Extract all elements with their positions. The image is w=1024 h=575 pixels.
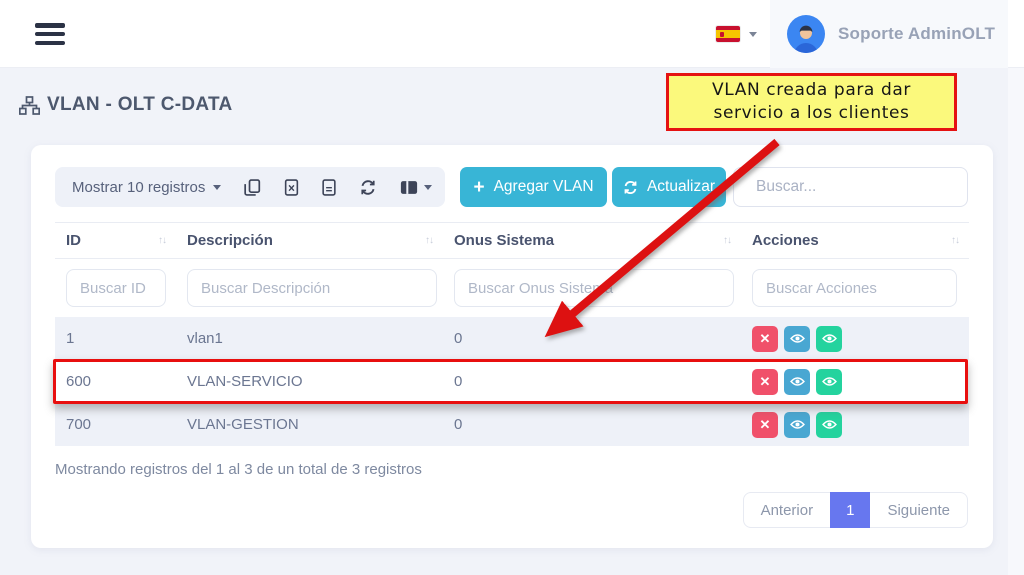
cell-descripcion: VLAN-SERVICIO (176, 360, 443, 403)
delete-vlan-button[interactable]: ✕ (752, 412, 778, 438)
eye-icon (822, 376, 837, 387)
table-row-vlan-servicio[interactable]: 600 VLAN-SERVICIO 0 ✕ (55, 360, 969, 403)
cell-descripcion: VLAN-GESTION (176, 403, 443, 446)
view-onus-button[interactable] (816, 369, 842, 395)
eye-icon (790, 376, 805, 387)
spain-flag-icon (716, 26, 740, 42)
plus-icon: + (473, 178, 484, 197)
x-icon: ✕ (760, 417, 771, 433)
view-vlan-button[interactable] (784, 369, 810, 395)
annotation-line-2: servicio a los clientes (712, 102, 911, 125)
reload-table-button[interactable] (359, 179, 377, 196)
cell-onus-sistema: 0 (443, 403, 741, 446)
x-icon: ✕ (760, 374, 771, 390)
table-info-text: Mostrando registros del 1 al 3 de un tot… (55, 461, 422, 478)
copy-icon (244, 179, 261, 196)
global-search (733, 167, 968, 207)
avatar (787, 15, 825, 53)
search-input[interactable] (756, 178, 956, 196)
eye-icon (822, 419, 837, 430)
cell-onus-sistema: 0 (443, 317, 741, 360)
table-toolbar: Mostrar 10 registros (55, 167, 969, 207)
show-entries-dropdown[interactable]: Mostrar 10 registros (72, 179, 221, 196)
delete-vlan-button[interactable]: ✕ (752, 326, 778, 352)
top-navbar: Soporte AdminOLT (0, 0, 1024, 68)
x-icon: ✕ (760, 331, 771, 347)
add-vlan-label: Agregar VLAN (494, 178, 594, 196)
vlan-table: ID↑↓ Descripción↑↓ Onus Sistema↑↓ Accion… (55, 222, 969, 446)
header-row: ID↑↓ Descripción↑↓ Onus Sistema↑↓ Accion… (55, 223, 969, 259)
show-entries-label: Mostrar 10 registros (72, 179, 205, 196)
sort-icon[interactable]: ↑↓ (723, 232, 731, 246)
filter-onus-sistema-input[interactable] (454, 269, 734, 307)
export-file-button[interactable] (322, 179, 336, 196)
filter-acciones-input[interactable] (752, 269, 957, 307)
cell-descripcion: vlan1 (176, 317, 443, 360)
filter-descripcion-input[interactable] (187, 269, 437, 307)
copy-button[interactable] (244, 179, 261, 196)
refresh-icon (623, 180, 638, 195)
eye-icon (822, 333, 837, 344)
view-vlan-button[interactable] (784, 412, 810, 438)
eye-icon (790, 419, 805, 430)
view-onus-button[interactable] (816, 326, 842, 352)
sitemap-icon (19, 96, 40, 115)
eye-icon (790, 333, 805, 344)
page-title: VLAN - OLT C-DATA (47, 94, 233, 116)
view-onus-button[interactable] (816, 412, 842, 438)
refresh-icon (359, 179, 377, 196)
pagination-next-button[interactable]: Siguiente (869, 492, 968, 528)
filter-id-input[interactable] (66, 269, 166, 307)
hamburger-menu-icon[interactable] (35, 23, 65, 45)
export-excel-button[interactable] (284, 179, 299, 196)
refresh-button[interactable]: Actualizar (612, 167, 726, 207)
column-header-onus-sistema[interactable]: Onus Sistema↑↓ (443, 223, 741, 259)
pagination: Anterior 1 Siguiente (743, 492, 968, 528)
cell-id: 1 (55, 317, 176, 360)
refresh-label: Actualizar (647, 178, 715, 196)
column-header-id[interactable]: ID↑↓ (55, 223, 176, 259)
annotation-callout: VLAN creada para dar servicio a los clie… (666, 73, 957, 131)
table-row-vlan-gestion[interactable]: 700 VLAN-GESTION 0 ✕ (55, 403, 969, 446)
pagination-page-1-button[interactable]: 1 (830, 492, 870, 528)
user-name: Soporte AdminOLT (838, 24, 995, 44)
column-header-acciones[interactable]: Acciones↑↓ (741, 223, 969, 259)
table-tools-group: Mostrar 10 registros (55, 167, 445, 207)
page-header: VLAN - OLT C-DATA (19, 94, 233, 116)
view-vlan-button[interactable] (784, 326, 810, 352)
cell-id: 700 (55, 403, 176, 446)
filter-row (55, 259, 969, 318)
file-lines-icon (322, 179, 336, 196)
excel-file-icon (284, 179, 299, 196)
scrollbar-track[interactable] (1008, 68, 1024, 575)
column-visibility-dropdown[interactable] (400, 180, 432, 195)
pagination-previous-button[interactable]: Anterior (743, 492, 832, 528)
delete-vlan-button[interactable]: ✕ (752, 369, 778, 395)
user-menu[interactable]: Soporte AdminOLT (770, 0, 1008, 68)
annotation-line-1: VLAN creada para dar (712, 79, 911, 102)
cell-id: 600 (55, 360, 176, 403)
columns-icon (400, 180, 418, 195)
table-row-vlan1[interactable]: 1 vlan1 0 ✕ (55, 317, 969, 360)
vlan-table-card: Mostrar 10 registros (31, 145, 993, 548)
sort-icon[interactable]: ↑↓ (425, 232, 433, 246)
add-vlan-button[interactable]: + Agregar VLAN (460, 167, 607, 207)
sort-icon[interactable]: ↑↓ (951, 232, 959, 246)
sort-icon[interactable]: ↑↓ (158, 232, 166, 246)
chevron-down-icon (213, 185, 221, 190)
chevron-down-icon (424, 185, 432, 190)
chevron-down-icon (749, 32, 757, 37)
column-header-descripcion[interactable]: Descripción↑↓ (176, 223, 443, 259)
cell-onus-sistema: 0 (443, 360, 741, 403)
language-selector[interactable] (716, 26, 757, 42)
